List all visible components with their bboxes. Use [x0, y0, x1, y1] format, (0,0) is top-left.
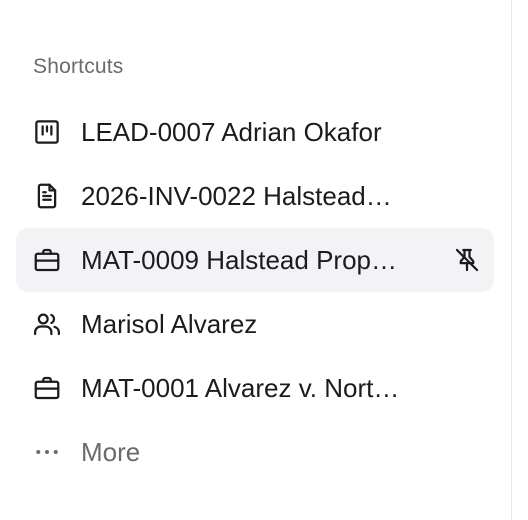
shortcut-item-matter-halstead[interactable]: MAT-0009 Halstead Prop…: [16, 228, 494, 292]
shortcut-item-label: 2026-INV-0022 Halstead…: [81, 180, 392, 211]
shortcut-item-label: MAT-0001 Alvarez v. Nort…: [81, 372, 400, 403]
people-icon: [32, 309, 62, 339]
more-dots-icon: [32, 437, 62, 467]
briefcase-icon: [32, 373, 62, 403]
more-label: More: [81, 436, 141, 467]
shortcuts-list: LEAD-0007 Adrian Okafor 2026-INV-0022 Ha…: [16, 100, 494, 484]
shortcut-item-matter-alvarez[interactable]: MAT-0001 Alvarez v. Nort…: [16, 356, 494, 420]
shortcut-item-invoice[interactable]: 2026-INV-0022 Halstead…: [16, 164, 494, 228]
shortcut-item-contact[interactable]: Marisol Alvarez: [16, 292, 494, 356]
document-icon: [32, 181, 62, 211]
more-button[interactable]: More: [16, 420, 494, 484]
shortcut-item-lead[interactable]: LEAD-0007 Adrian Okafor: [16, 100, 494, 164]
briefcase-icon: [32, 245, 62, 275]
shortcuts-panel: Shortcuts LEAD-0007 Adrian Okafor 2026-I…: [0, 0, 528, 520]
shortcut-item-label: Marisol Alvarez: [81, 308, 258, 339]
shortcut-item-label: MAT-0009 Halstead Prop…: [81, 244, 397, 275]
unpin-icon[interactable]: [452, 245, 482, 275]
shortcut-item-label: LEAD-0007 Adrian Okafor: [81, 116, 382, 147]
panel-divider: [511, 0, 512, 520]
kanban-icon: [32, 117, 62, 147]
shortcuts-heading: Shortcuts: [33, 55, 124, 78]
